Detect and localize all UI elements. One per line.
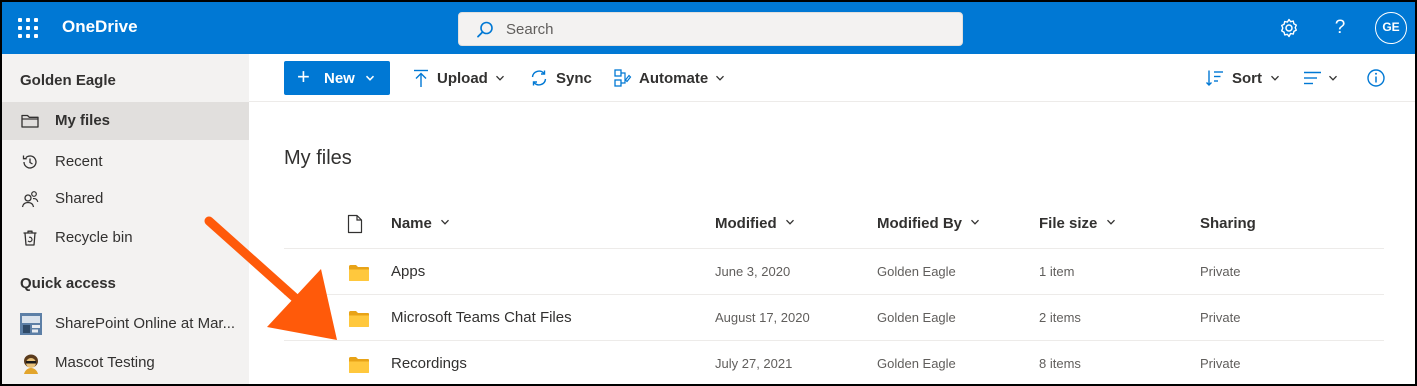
app-launcher-icon[interactable] <box>16 16 40 40</box>
column-header-label: Sharing <box>1200 215 1256 232</box>
chevron-down-icon <box>716 75 724 81</box>
upload-icon <box>414 69 428 87</box>
sidebar-item-label: My files <box>55 112 111 129</box>
search-input[interactable]: Search <box>458 12 963 46</box>
sort-label: Sort <box>1232 70 1262 87</box>
sort-button[interactable]: Sort <box>1205 68 1283 90</box>
upload-button[interactable]: Upload <box>411 68 511 90</box>
file-size: 2 items <box>1039 310 1081 325</box>
people-icon <box>21 191 39 208</box>
file-size: 8 items <box>1039 356 1081 371</box>
quick-access-heading: Quick access <box>20 275 116 292</box>
sync-label: Sync <box>556 70 592 87</box>
chevron-down-icon <box>1271 75 1279 81</box>
column-header-name[interactable]: Name <box>391 215 451 232</box>
site-thumbnail-icon <box>20 313 42 335</box>
view-options-button[interactable] <box>1303 68 1343 90</box>
column-header-label: File size <box>1039 215 1098 232</box>
column-header-modified[interactable]: Modified <box>715 215 796 232</box>
column-header-file-size[interactable]: File size <box>1039 215 1117 232</box>
modified-date: June 3, 2020 <box>715 264 791 279</box>
column-header-label: Name <box>391 215 432 232</box>
mascot-thumbnail-icon <box>20 352 42 374</box>
page-title: My files <box>284 147 352 169</box>
folder-icon <box>349 357 369 373</box>
sharing-status: Private <box>1200 264 1241 279</box>
list-view-icon <box>1304 71 1321 85</box>
help-icon[interactable]: ? <box>1328 16 1352 40</box>
chevron-down-icon <box>785 219 794 225</box>
column-header-label: Modified <box>715 215 777 232</box>
chevron-down-icon <box>971 219 980 225</box>
modified-by: Golden Eagle <box>877 356 956 371</box>
quick-access-label: Mascot Testing <box>55 354 155 371</box>
sort-icon <box>1206 70 1223 86</box>
automate-button[interactable]: Automate <box>613 68 733 90</box>
column-header-label: Modified By <box>877 215 962 232</box>
info-icon[interactable] <box>1366 68 1386 88</box>
sharing-status: Private <box>1200 356 1241 371</box>
window: OneDrive Search ? GE Golden Eagle My fil… <box>0 0 1417 386</box>
column-header-sharing[interactable]: Sharing <box>1200 215 1256 232</box>
sidebar-item-label: Shared <box>55 190 104 207</box>
column-header-modified-by[interactable]: Modified By <box>877 215 981 232</box>
chevron-down-icon <box>1106 219 1115 225</box>
sidebar-item-label: Recycle bin <box>55 229 133 246</box>
table-row[interactable]: Apps June 3, 2020 Golden Eagle 1 item Pr… <box>284 249 1384 295</box>
app-title[interactable]: OneDrive <box>62 17 138 37</box>
chevron-down-icon <box>1329 75 1337 81</box>
table-row[interactable]: Microsoft Teams Chat Files August 17, 20… <box>284 295 1384 341</box>
file-name[interactable]: Apps <box>391 263 425 280</box>
search-icon <box>477 21 493 38</box>
callout-arrow <box>204 216 337 340</box>
automate-label: Automate <box>639 70 709 87</box>
sidebar-item-label: Recent <box>55 153 103 170</box>
gear-icon[interactable] <box>1277 16 1301 40</box>
modified-by: Golden Eagle <box>877 264 956 279</box>
app-header: OneDrive Search ? GE <box>2 2 1415 54</box>
modified-date: August 17, 2020 <box>715 310 810 325</box>
upload-label: Upload <box>437 70 488 87</box>
automate-icon <box>614 69 632 87</box>
modified-date: July 27, 2021 <box>715 356 793 371</box>
sharing-status: Private <box>1200 310 1241 325</box>
modified-by: Golden Eagle <box>877 310 956 325</box>
search-placeholder: Search <box>506 21 554 38</box>
chevron-down-icon <box>496 75 504 81</box>
sync-icon <box>531 70 547 86</box>
sidebar-user-name: Golden Eagle <box>20 72 116 89</box>
chevron-down-icon <box>441 219 449 225</box>
history-icon <box>22 155 37 169</box>
recycle-bin-icon <box>23 230 37 246</box>
sync-button[interactable]: Sync <box>529 68 599 90</box>
file-name[interactable]: Microsoft Teams Chat Files <box>391 309 572 326</box>
avatar[interactable]: GE <box>1375 12 1407 44</box>
file-size: 1 item <box>1039 264 1075 279</box>
sidebar-item-my-files[interactable]: My files <box>2 102 249 140</box>
folder-icon <box>21 114 39 128</box>
sidebar-item-recent[interactable]: Recent <box>2 143 249 181</box>
plus-icon: + <box>297 64 310 89</box>
table-row[interactable]: Recordings July 27, 2021 Golden Eagle 8 … <box>284 341 1384 384</box>
new-button-label: New <box>324 70 355 87</box>
command-bar: + New Upload Sync Automate Sort <box>249 54 1415 102</box>
file-name[interactable]: Recordings <box>391 355 467 372</box>
new-button[interactable]: + New <box>284 61 390 95</box>
chevron-down-icon <box>365 75 375 81</box>
